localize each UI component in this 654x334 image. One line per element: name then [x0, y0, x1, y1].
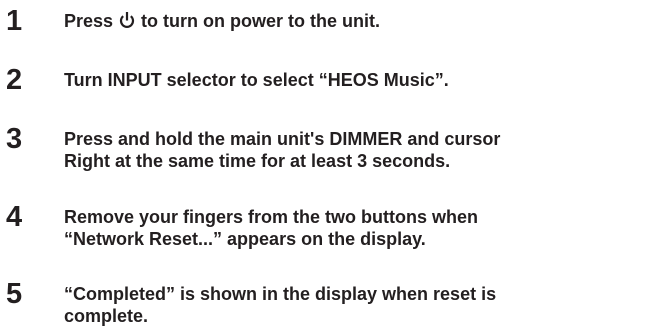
step-text-line-2: “Network Reset...” appears on the displa…: [64, 229, 426, 249]
step-number: 2: [6, 64, 23, 96]
step-text-line-1: Press and hold the main unit's DIMMER an…: [64, 129, 501, 149]
step-number: 1: [6, 5, 23, 37]
step-text: “Completed” is shown in the display when…: [64, 283, 644, 327]
step-text-line-1: “Completed” is shown in the display when…: [64, 284, 497, 304]
step-text-after: to turn on power to the unit.: [136, 11, 381, 31]
step-number: 4: [6, 201, 23, 233]
step-text-line-1: Remove your fingers from the two buttons…: [64, 207, 479, 227]
step-text-line-2: complete.: [64, 306, 149, 326]
step-text-before: Press: [64, 11, 119, 31]
step-text: Press and hold the main unit's DIMMER an…: [64, 128, 644, 172]
step-text: Turn INPUT selector to select “HEOS Musi…: [64, 70, 449, 90]
step-text-line-2: Right at the same time for at least 3 se…: [64, 151, 451, 171]
step-text: Press to turn on power to the unit.: [64, 10, 644, 32]
step-text: Remove your fingers from the two buttons…: [64, 206, 644, 250]
step-number: 3: [6, 123, 23, 155]
power-icon: [119, 11, 135, 29]
step-number: 5: [6, 278, 23, 310]
